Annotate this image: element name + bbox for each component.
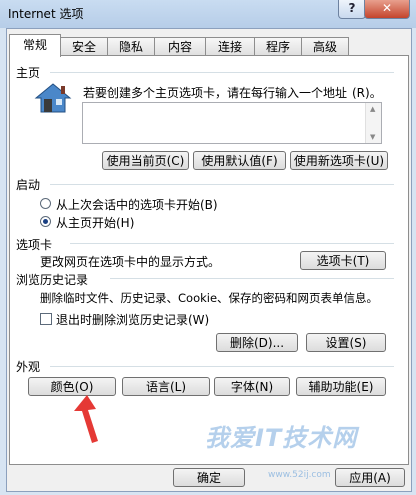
tab-programs[interactable]: 程序: [254, 37, 302, 56]
tabs-section-label: 选项卡: [16, 236, 57, 253]
homepage-section-label: 主页: [16, 64, 45, 81]
startup-separator: [50, 184, 394, 185]
close-button[interactable]: ✕: [364, 0, 410, 19]
tabs-description: 更改网页在选项卡中的显示方式。: [40, 255, 221, 269]
homepage-address-field[interactable]: ▲ ▼: [82, 102, 382, 144]
homepage-separator: [50, 72, 394, 73]
tabs-button[interactable]: 选项卡(T): [300, 251, 386, 270]
general-panel: 主页 若要创建多个主页选项卡，请在每行输入一个地址 (R)。 ▲ ▼ 使用当前页…: [9, 55, 409, 465]
history-section-label: 浏览历史记录: [16, 271, 93, 288]
ok-button[interactable]: 确定: [173, 468, 245, 487]
radio-homepage-label: 从主页开始(H): [56, 216, 135, 230]
radio-last-session[interactable]: [40, 198, 51, 209]
languages-button[interactable]: 语言(L): [122, 377, 210, 396]
watermark: 我爱IT技术网: [205, 424, 358, 452]
use-current-button[interactable]: 使用当前页(C): [102, 151, 189, 170]
tab-connections[interactable]: 连接: [205, 37, 255, 56]
history-separator: [110, 278, 394, 279]
accessibility-button[interactable]: 辅助功能(E): [296, 377, 386, 396]
use-default-button[interactable]: 使用默认值(F): [193, 151, 286, 170]
scroll-up-icon[interactable]: ▲: [370, 105, 375, 113]
colors-button[interactable]: 颜色(O): [28, 377, 116, 396]
title-bar: Internet 选项 ? ✕: [0, 0, 416, 28]
tab-security[interactable]: 安全: [60, 37, 108, 56]
radio-last-session-label: 从上次会话中的选项卡开始(B): [56, 198, 218, 212]
watermark-url: www.52ij.com: [268, 470, 331, 480]
startup-section-label: 启动: [16, 176, 45, 193]
delete-on-exit-checkbox[interactable]: [40, 313, 52, 325]
use-new-tab-button[interactable]: 使用新选项卡(U): [290, 151, 388, 170]
tab-privacy[interactable]: 隐私: [107, 37, 155, 56]
appearance-separator: [50, 366, 394, 367]
house-icon: [34, 83, 72, 113]
apply-button[interactable]: 应用(A): [335, 468, 405, 487]
history-description: 删除临时文件、历史记录、Cookie、保存的密码和网页表单信息。: [40, 291, 379, 305]
homepage-description-key: (R)。: [352, 86, 382, 100]
scroll-down-icon[interactable]: ▼: [370, 133, 375, 141]
tab-content[interactable]: 内容: [154, 37, 206, 56]
homepage-scrollbar[interactable]: ▲ ▼: [365, 103, 381, 143]
appearance-section-label: 外观: [16, 358, 45, 375]
delete-on-exit-label: 退出时删除浏览历史记录(W): [56, 313, 210, 327]
history-settings-button[interactable]: 设置(S): [306, 333, 386, 352]
radio-homepage[interactable]: [40, 216, 51, 227]
tab-general[interactable]: 常规: [9, 34, 61, 57]
delete-history-button[interactable]: 删除(D)...: [216, 333, 298, 352]
red-arrow-icon: [74, 395, 98, 443]
tab-advanced[interactable]: 高级: [301, 37, 349, 56]
tabs-separator: [70, 243, 394, 244]
fonts-button[interactable]: 字体(N): [214, 377, 290, 396]
homepage-description: 若要创建多个主页选项卡，请在每行输入一个地址: [83, 86, 348, 100]
help-button[interactable]: ?: [338, 0, 366, 19]
window-title: Internet 选项: [8, 7, 84, 21]
